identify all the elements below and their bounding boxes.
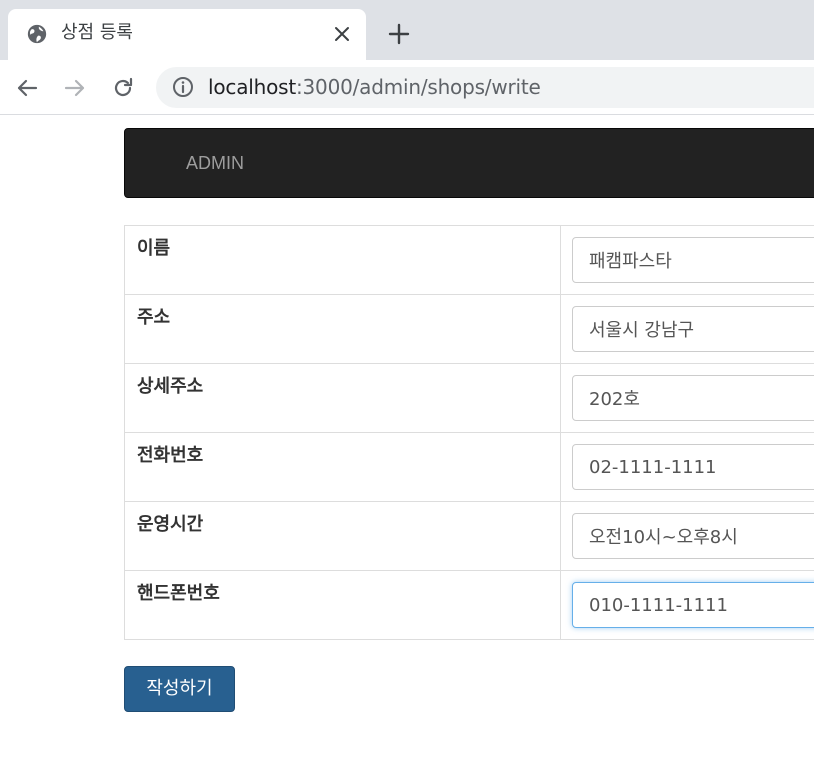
- detail-address-input[interactable]: [572, 375, 814, 421]
- back-button[interactable]: [12, 73, 42, 103]
- tab-close-button[interactable]: [330, 22, 354, 46]
- url-host: localhost: [208, 75, 296, 99]
- url-text[interactable]: localhost:3000/admin/shops/write: [208, 74, 541, 100]
- shop-form-table: 이름 주소 상세주소 전화번호 운영시간 핸드폰번호: [124, 225, 814, 640]
- forward-button[interactable]: [60, 73, 90, 103]
- cellphone-label: 핸드폰번호: [137, 583, 220, 604]
- phone-label: 전화번호: [137, 445, 204, 466]
- name-label: 이름: [137, 238, 171, 259]
- business-hours-input[interactable]: [572, 513, 814, 559]
- arrow-left-icon: [17, 79, 38, 97]
- business-hours-label: 운영시간: [137, 514, 204, 535]
- plus-icon: [388, 23, 410, 45]
- arrow-right-icon: [64, 79, 85, 97]
- form-row-business-hours: 운영시간: [124, 501, 814, 571]
- admin-navbar: ADMIN: [124, 128, 814, 198]
- navbar-brand[interactable]: ADMIN: [186, 151, 244, 175]
- form-row-address: 주소: [124, 294, 814, 364]
- submit-button[interactable]: 작성하기: [124, 666, 235, 712]
- new-tab-button[interactable]: [386, 21, 412, 47]
- form-row-name: 이름: [124, 225, 814, 295]
- info-icon[interactable]: [172, 76, 194, 98]
- reload-icon: [114, 77, 133, 97]
- detail-address-label: 상세주소: [137, 376, 204, 397]
- address-label: 주소: [137, 307, 171, 328]
- tab-title: 상점 등록: [61, 22, 133, 43]
- name-input[interactable]: [572, 237, 814, 283]
- address-input[interactable]: [572, 306, 814, 352]
- address-bar[interactable]: localhost:3000/admin/shops/write: [156, 67, 814, 108]
- phone-input[interactable]: [572, 444, 814, 490]
- browser-tab[interactable]: 상점 등록: [8, 9, 366, 60]
- close-icon: [335, 27, 349, 41]
- cellphone-input[interactable]: [572, 582, 814, 628]
- form-row-detail-address: 상세주소: [124, 363, 814, 433]
- browser-toolbar: localhost:3000/admin/shops/write: [0, 60, 814, 115]
- browser-tab-strip: 상점 등록: [0, 0, 814, 60]
- globe-icon: [27, 24, 47, 44]
- url-path: :3000/admin/shops/write: [295, 75, 541, 99]
- form-row-cellphone: 핸드폰번호: [124, 570, 814, 640]
- reload-button[interactable]: [108, 73, 138, 103]
- form-row-phone: 전화번호: [124, 432, 814, 502]
